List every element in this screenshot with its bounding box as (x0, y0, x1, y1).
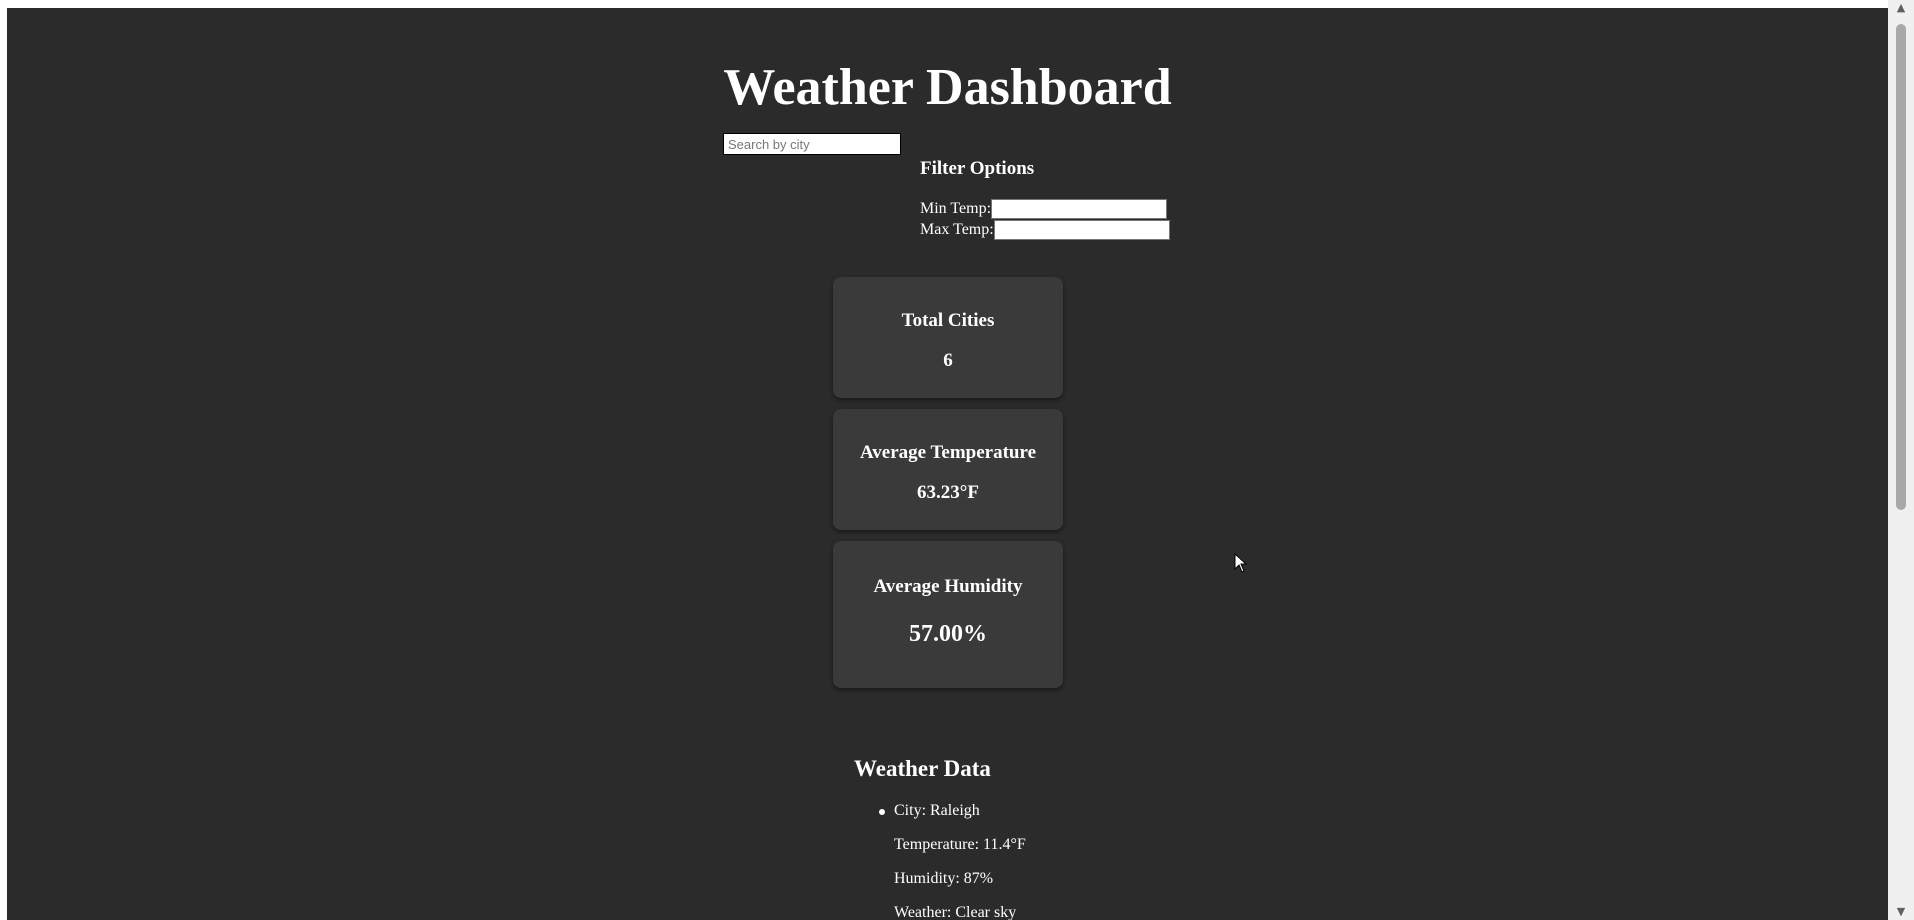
city-line: City: Raleigh (879, 800, 1026, 834)
stat-card-average-temperature: Average Temperature 63.23°F (833, 409, 1063, 530)
scrollbar[interactable]: ▲ ▼ (1888, 0, 1914, 920)
max-temp-input[interactable] (993, 219, 1170, 240)
stat-card-total-cities: Total Cities 6 (833, 277, 1063, 398)
search-input[interactable] (723, 133, 901, 155)
stat-label: Total Cities (901, 310, 995, 331)
stat-value: 63.23°F (917, 482, 979, 503)
mouse-cursor-icon (1234, 553, 1248, 573)
stat-label: Average Humidity (873, 576, 1023, 597)
max-temp-label: Max Temp: (920, 220, 994, 238)
weather-line: Weather: Clear sky (894, 904, 1017, 920)
scroll-down-icon[interactable]: ▼ (1888, 904, 1914, 920)
city-text: City: Raleigh (894, 802, 980, 819)
max-temp-row: Max Temp: (920, 219, 1220, 240)
stat-label: Average Temperature (859, 442, 1037, 463)
stat-value: 57.00% (909, 621, 987, 647)
filter-title: Filter Options (920, 158, 1035, 179)
bullet-icon (879, 809, 885, 815)
min-temp-row: Min Temp: (920, 198, 1220, 219)
scroll-up-icon[interactable]: ▲ (1888, 0, 1914, 16)
weather-data-title: Weather Data (854, 756, 991, 781)
list-item: City: Raleigh Temperature: 11.4°F Humidi… (879, 800, 1026, 920)
humidity-line: Humidity: 87% (894, 870, 994, 887)
min-temp-input[interactable] (991, 198, 1168, 219)
scroll-thumb[interactable] (1896, 24, 1906, 510)
stat-value: 6 (943, 350, 953, 371)
temperature-line: Temperature: 11.4°F (894, 836, 1026, 853)
app-frame: Weather Dashboard Filter Options Min Tem… (7, 8, 1888, 920)
page-title: Weather Dashboard (723, 59, 1172, 116)
min-temp-label: Min Temp: (920, 199, 992, 217)
filter-options: Filter Options Min Temp: Max Temp: (920, 158, 1220, 240)
stat-card-average-humidity: Average Humidity 57.00% (833, 541, 1063, 688)
weather-data-list: City: Raleigh Temperature: 11.4°F Humidi… (879, 800, 1026, 920)
